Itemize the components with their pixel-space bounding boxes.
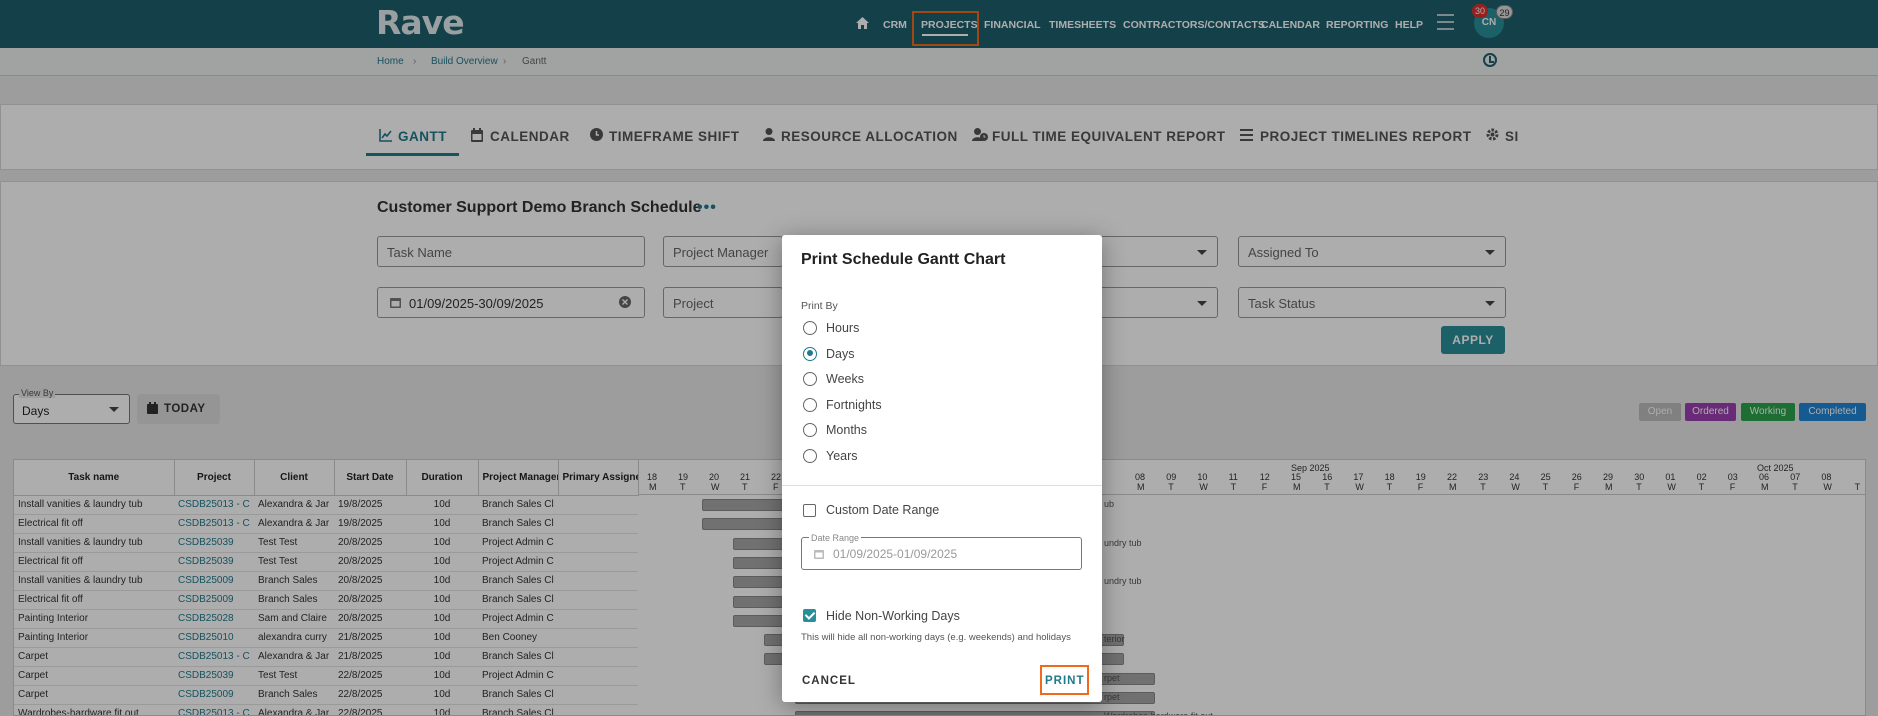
- hide-non-working-days-help: This will hide all non-working days (e.g…: [801, 632, 1071, 643]
- date-range-field-label: Date Range: [809, 533, 862, 543]
- print-by-months-label[interactable]: Months: [826, 423, 867, 437]
- hide-non-working-days-checkbox[interactable]: [803, 609, 816, 622]
- date-range-field-value: 01/09/2025-01/09/2025: [833, 547, 958, 561]
- calendar-icon: [814, 550, 824, 559]
- print-button-highlight: [1040, 665, 1089, 695]
- dialog-divider: [782, 485, 1102, 486]
- hide-non-working-days-label[interactable]: Hide Non-Working Days: [826, 609, 960, 623]
- print-by-label: Print By: [801, 300, 838, 312]
- print-by-fortnights-label[interactable]: Fortnights: [826, 398, 882, 412]
- custom-date-range-checkbox[interactable]: [803, 504, 816, 517]
- print-by-hours-label[interactable]: Hours: [826, 321, 859, 335]
- print-by-fortnights-radio[interactable]: [803, 397, 817, 412]
- cancel-button[interactable]: CANCEL: [802, 675, 856, 687]
- dialog-title: Print Schedule Gantt Chart: [801, 251, 1006, 268]
- print-by-years-radio[interactable]: [803, 449, 817, 463]
- print-by-days-radio[interactable]: [803, 346, 817, 361]
- custom-date-range-label[interactable]: Custom Date Range: [826, 503, 939, 517]
- print-by-hours-radio[interactable]: [803, 321, 817, 335]
- print-by-years-label[interactable]: Years: [826, 449, 858, 463]
- print-by-days-label[interactable]: Days: [826, 347, 854, 361]
- print-by-weeks-label[interactable]: Weeks: [826, 372, 864, 386]
